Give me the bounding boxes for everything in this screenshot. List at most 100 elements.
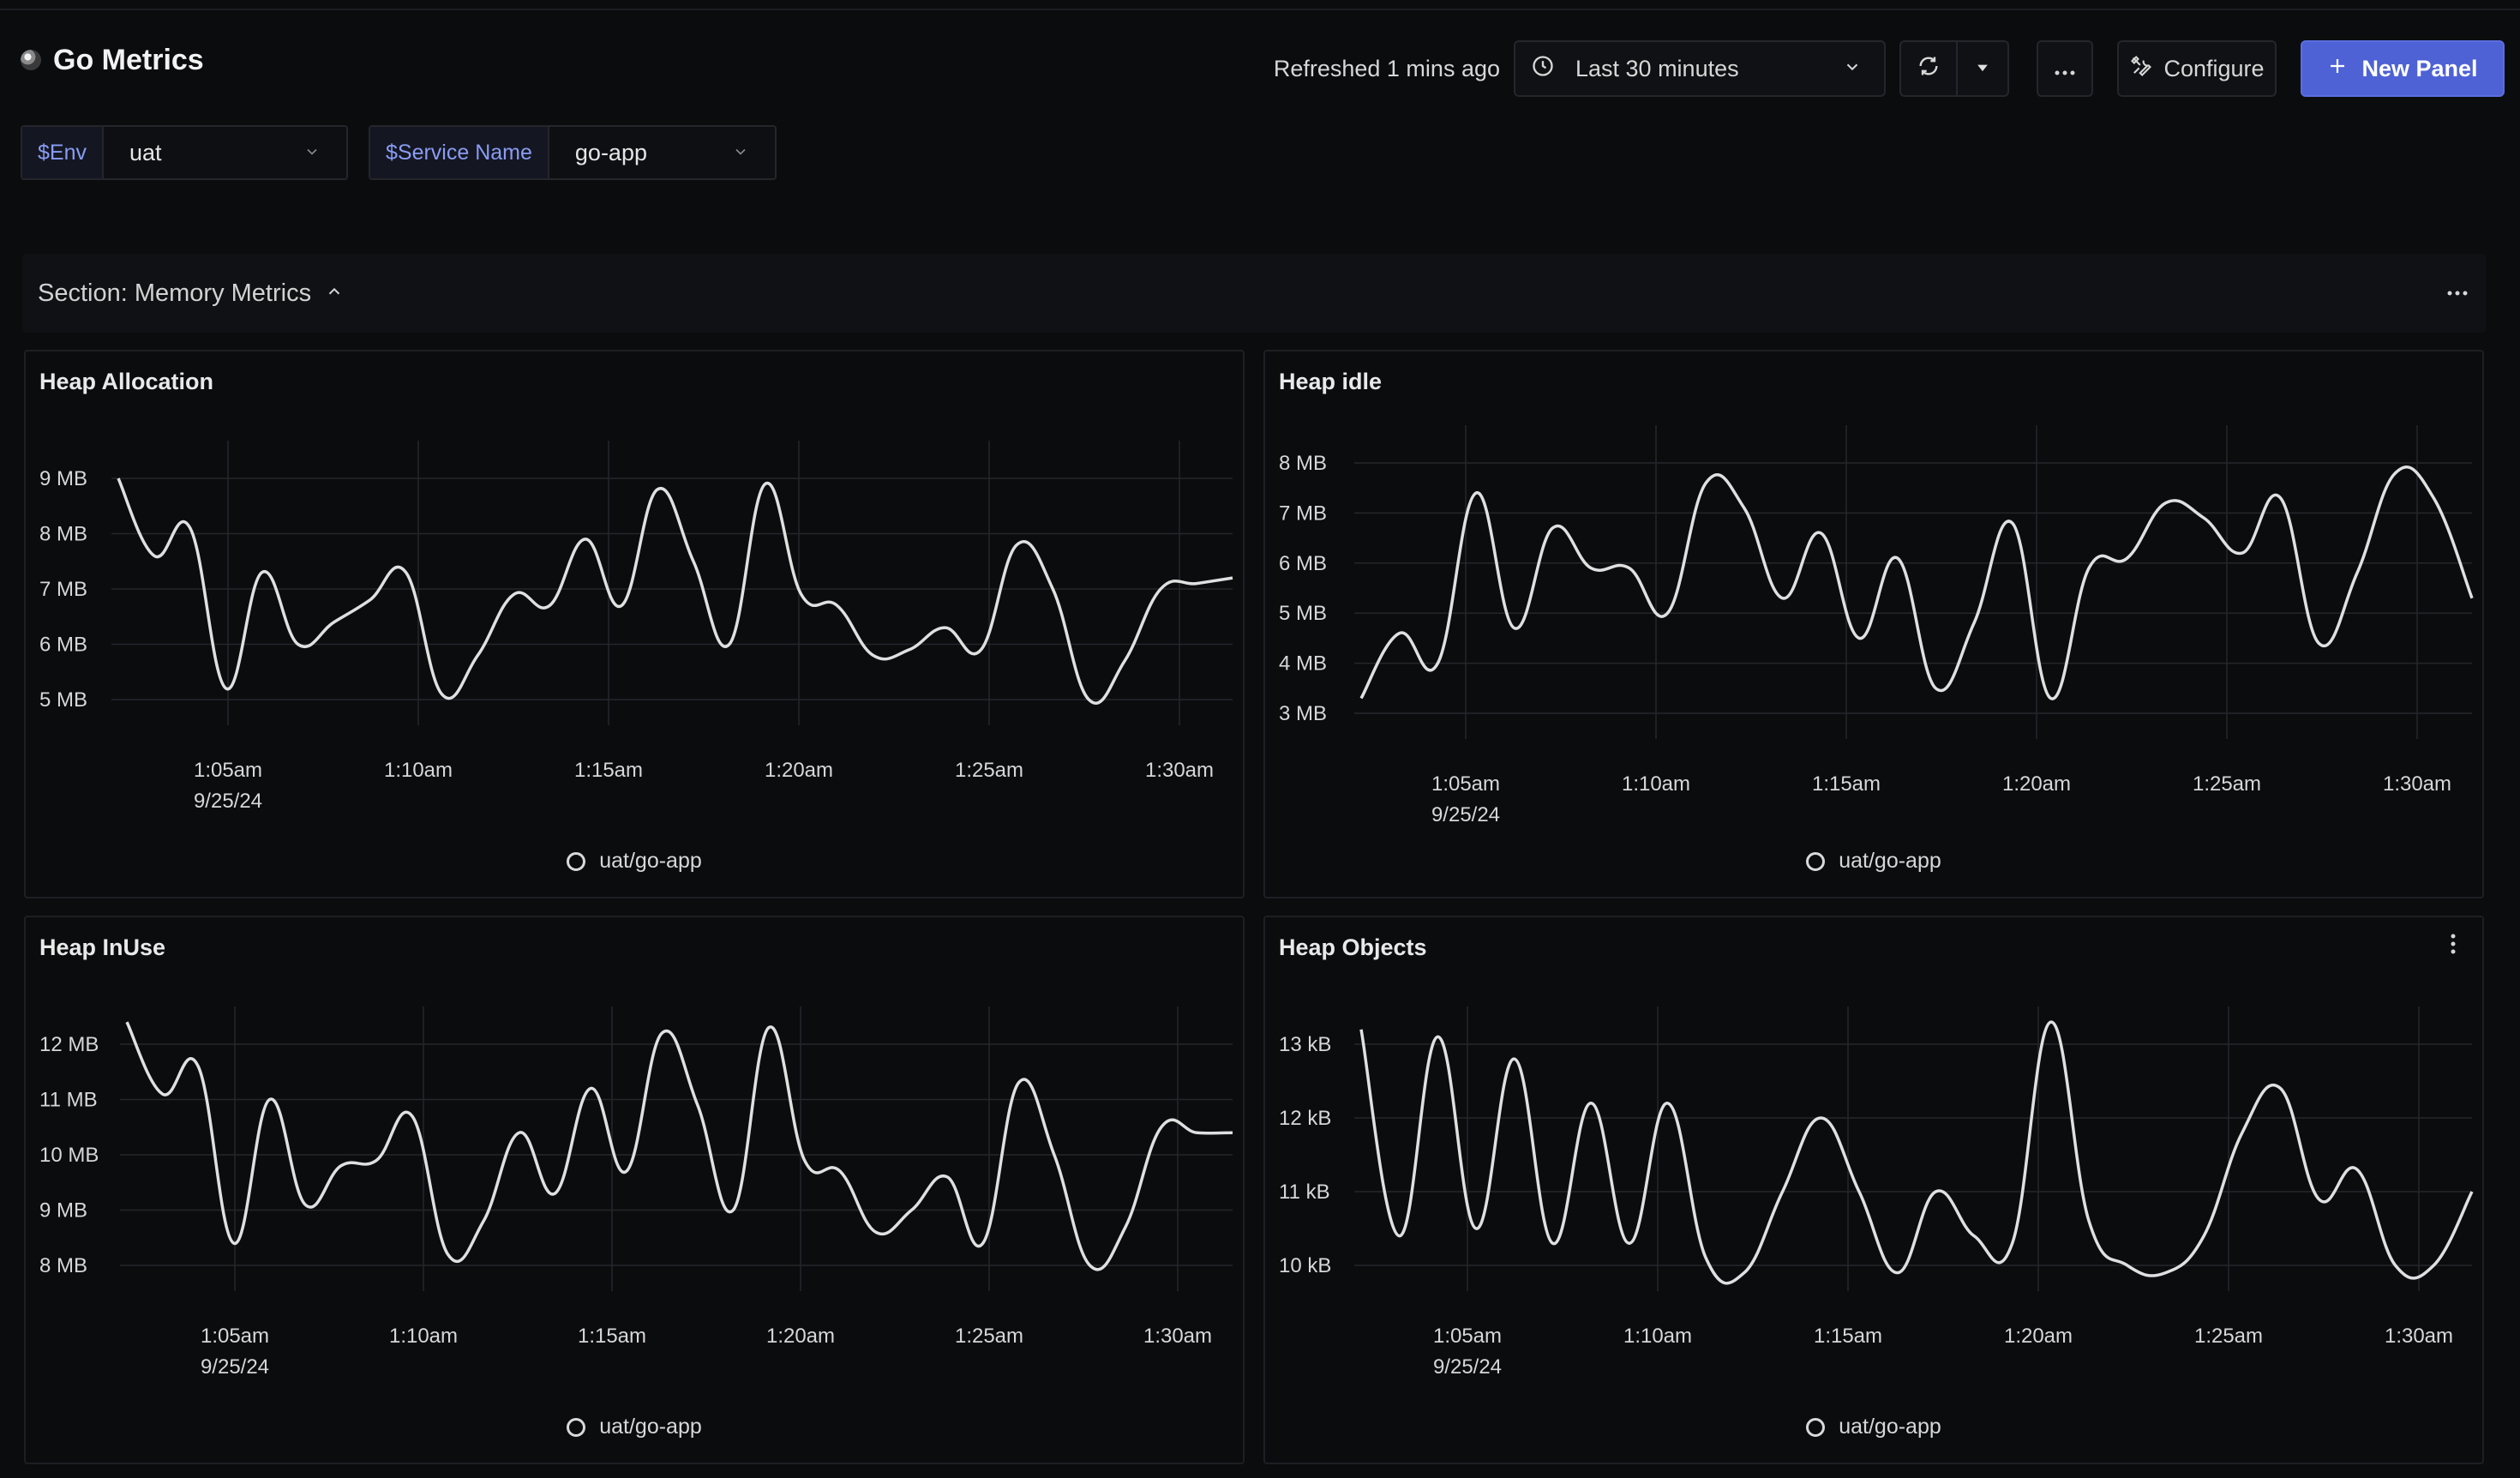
header-toolbar: Refreshed 1 mins ago Last 30 minutes Con… bbox=[1274, 39, 2505, 98]
chevron-down-icon bbox=[303, 140, 321, 166]
legend-marker[interactable] bbox=[567, 851, 586, 871]
legend-label[interactable]: uat/go-app bbox=[599, 1415, 702, 1439]
legend: uat/go-app bbox=[1265, 849, 2482, 874]
y-tick-label: 9 MB bbox=[39, 467, 87, 490]
series-line bbox=[1359, 1020, 2474, 1285]
x-tick-label: 1:20am bbox=[2004, 1325, 2073, 1348]
x-tick-label: 1:20am bbox=[766, 1325, 835, 1348]
y-tick-label: 11 kB bbox=[1279, 1181, 1330, 1204]
y-tick-label: 12 kB bbox=[1279, 1107, 1331, 1130]
y-tick-label: 6 MB bbox=[39, 634, 87, 657]
plus-icon bbox=[2327, 56, 2348, 82]
time-range-select[interactable]: Last 30 minutes bbox=[1514, 40, 1886, 97]
legend: uat/go-app bbox=[1265, 1415, 2482, 1439]
panel-heap-allocation[interactable]: Heap Allocation 1:05am 1:10am 1:15am 1:20am… bbox=[24, 350, 1245, 898]
chart-heap-inuse: 1:05am 1:10am 1:15am 1:20am 1:25am 1:30am 9/25… bbox=[39, 1006, 1233, 1379]
chevron-down-icon bbox=[1843, 56, 1862, 82]
x-tick-label: 1:05am bbox=[201, 1325, 269, 1348]
tools-icon bbox=[2129, 54, 2153, 84]
x-tick-label: 1:30am bbox=[2383, 772, 2451, 796]
configure-button[interactable]: Configure bbox=[2117, 40, 2277, 97]
y-tick-label: 7 MB bbox=[1279, 502, 1327, 525]
variable-env-select[interactable]: uat bbox=[104, 127, 346, 178]
variable-service-name-value: go-app bbox=[574, 139, 647, 165]
variable-service-name[interactable]: $Service Name go-app bbox=[369, 125, 777, 180]
legend-marker[interactable] bbox=[1806, 851, 1826, 871]
legend-marker[interactable] bbox=[567, 1417, 586, 1437]
variable-service-name-select[interactable]: go-app bbox=[549, 127, 775, 178]
x-tick-label: 1:15am bbox=[1812, 772, 1881, 796]
clock-icon bbox=[1531, 54, 1555, 84]
section-options-icon[interactable] bbox=[2446, 285, 2469, 301]
x-tick-label: 1:05am bbox=[194, 759, 262, 782]
caret-down-icon bbox=[1974, 56, 1991, 82]
y-tick-label: 4 MB bbox=[1279, 652, 1327, 676]
x-tick-label: 1:10am bbox=[1622, 772, 1690, 796]
x-tick-label: 1:10am bbox=[384, 759, 453, 782]
legend-label[interactable]: uat/go-app bbox=[599, 849, 702, 874]
legend-label[interactable]: uat/go-app bbox=[1839, 849, 1941, 874]
y-tick-label: 5 MB bbox=[1279, 602, 1327, 625]
x-tick-label: 1:05am bbox=[1431, 772, 1500, 796]
x-tick-label: 1:25am bbox=[2193, 772, 2261, 796]
refresh-icon bbox=[1917, 54, 1941, 84]
y-tick-label: 7 MB bbox=[39, 578, 87, 601]
x-date-label: 9/25/24 bbox=[194, 790, 262, 813]
x-tick-label: 1:10am bbox=[389, 1325, 458, 1348]
x-tick-label: 1:15am bbox=[574, 759, 643, 782]
chart-heap-objects: 1:05am 1:10am 1:15am 1:20am 1:25am 1:30am 9/25… bbox=[1279, 1006, 2474, 1379]
dashboard-title-area: Go Metrics bbox=[21, 41, 204, 79]
chart-heap-allocation: 1:05am 1:10am 1:15am 1:20am 1:25am 1:30am 9/25… bbox=[39, 441, 1233, 813]
page-title: Go Metrics bbox=[53, 43, 204, 76]
configure-label: Configure bbox=[2163, 55, 2265, 81]
panel-heap-objects[interactable]: Heap Objects 1:05am 1:10am 1:15am 1:20am 1:2… bbox=[1263, 916, 2484, 1464]
legend-label[interactable]: uat/go-app bbox=[1839, 1415, 1941, 1439]
x-tick-label: 1:30am bbox=[1143, 1325, 1212, 1348]
x-tick-label: 1:30am bbox=[2385, 1325, 2453, 1348]
ellipsis-icon bbox=[2054, 56, 2076, 82]
x-tick-label: 1:10am bbox=[1623, 1325, 1692, 1348]
section-memory-metrics[interactable]: Section: Memory Metrics bbox=[22, 254, 2486, 333]
x-date-label: 9/25/24 bbox=[1433, 1355, 1502, 1379]
y-tick-label: 3 MB bbox=[1279, 702, 1327, 725]
y-tick-label: 9 MB bbox=[39, 1199, 87, 1223]
y-tick-label: 8 MB bbox=[1279, 452, 1327, 475]
panel-heap-idle[interactable]: Heap idle 1:05am 1:10am 1:15am 1:20am 1:25am… bbox=[1263, 350, 2484, 898]
x-date-label: 9/25/24 bbox=[201, 1355, 269, 1379]
chart-heap-idle: 1:05am 1:10am 1:15am 1:20am 1:25am 1:30am 9/25… bbox=[1279, 425, 2474, 826]
variable-service-name-label: $Service Name bbox=[370, 127, 549, 178]
y-tick-label: 12 MB bbox=[39, 1033, 99, 1056]
section-title: Section: Memory Metrics bbox=[38, 279, 312, 307]
y-tick-label: 8 MB bbox=[39, 523, 87, 546]
refresh-interval-dropdown[interactable] bbox=[1958, 40, 2009, 97]
chevron-down-icon bbox=[732, 140, 749, 166]
variable-env-value: uat bbox=[129, 139, 162, 165]
more-options-button[interactable] bbox=[2037, 40, 2093, 97]
x-tick-label: 1:25am bbox=[2194, 1325, 2263, 1348]
y-tick-label: 5 MB bbox=[39, 688, 87, 712]
x-tick-label: 1:30am bbox=[1145, 759, 1214, 782]
new-panel-button[interactable]: New Panel bbox=[2301, 40, 2505, 97]
x-tick-label: 1:20am bbox=[2002, 772, 2071, 796]
x-date-label: 9/25/24 bbox=[1431, 803, 1500, 826]
legend-marker[interactable] bbox=[1806, 1417, 1826, 1437]
legend: uat/go-app bbox=[26, 849, 1243, 874]
panel-heap-inuse[interactable]: Heap InUse 1:05am 1:10am 1:15am 1:20am 1:25a… bbox=[24, 916, 1245, 1464]
y-tick-label: 6 MB bbox=[1279, 552, 1327, 575]
legend: uat/go-app bbox=[26, 1415, 1243, 1439]
x-tick-label: 1:15am bbox=[1814, 1325, 1882, 1348]
variable-env[interactable]: $Env uat bbox=[21, 125, 348, 180]
x-tick-label: 1:20am bbox=[765, 759, 833, 782]
refresh-button[interactable] bbox=[1899, 40, 1958, 97]
series-line bbox=[117, 478, 1233, 705]
new-panel-label: New Panel bbox=[2361, 55, 2478, 81]
y-tick-label: 11 MB bbox=[39, 1089, 98, 1112]
top-divider bbox=[0, 0, 2520, 10]
y-tick-label: 10 MB bbox=[39, 1144, 99, 1167]
dashboard-icon bbox=[21, 50, 41, 70]
refresh-button-group bbox=[1899, 40, 2009, 97]
y-tick-label: 13 kB bbox=[1279, 1033, 1331, 1056]
refreshed-status: Refreshed 1 mins ago bbox=[1273, 55, 1500, 81]
chevron-up-icon[interactable] bbox=[325, 282, 344, 305]
y-tick-label: 8 MB bbox=[39, 1254, 87, 1277]
